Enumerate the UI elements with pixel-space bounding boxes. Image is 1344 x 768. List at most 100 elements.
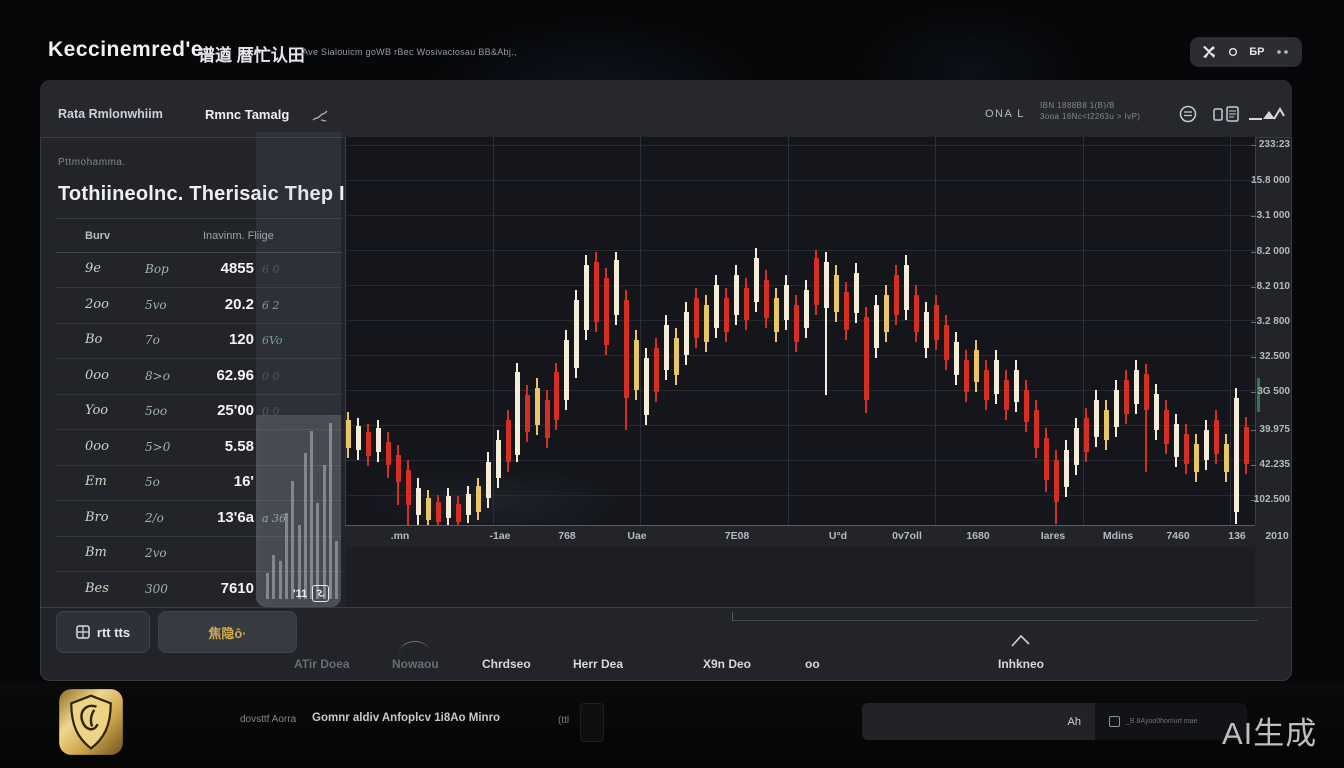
candle-body xyxy=(614,260,619,315)
gridline-h xyxy=(345,355,1255,356)
account-icon[interactable] xyxy=(1179,105,1197,128)
candle-body xyxy=(406,470,411,505)
footer-mid-label: (ttl xyxy=(558,715,569,726)
bottom-bar-item[interactable]: Chrdseo xyxy=(482,657,531,671)
candle-body xyxy=(436,502,441,522)
list-view-button-label: rtt tts xyxy=(97,625,130,640)
overlay-mini-bar xyxy=(335,541,338,599)
y-tick-mark xyxy=(1251,392,1256,393)
bottom-bar-item[interactable]: Inhkneo xyxy=(998,657,1044,671)
candle-body xyxy=(416,488,421,515)
timeline-ruler[interactable] xyxy=(732,620,1258,621)
list-view-button[interactable]: rtt tts xyxy=(56,611,150,653)
candle-body xyxy=(396,455,401,482)
bottom-bar-item[interactable]: Nowaou xyxy=(392,657,439,671)
chart-substrip xyxy=(346,547,1255,607)
candle-body xyxy=(1034,410,1039,448)
x-tick-label: Iares xyxy=(1018,530,1088,542)
gridline-v xyxy=(1230,137,1231,525)
candle-body xyxy=(784,285,789,320)
bottom-bar-item[interactable]: oo xyxy=(805,657,820,671)
more-dots-icon[interactable] xyxy=(1276,49,1290,55)
candle-body xyxy=(1154,394,1159,430)
edit-icon[interactable] xyxy=(312,108,329,128)
app-title: Keccinemred'e xyxy=(48,38,203,62)
candle-body xyxy=(874,305,879,348)
gridline-h xyxy=(345,460,1255,461)
tab-trading[interactable]: Rmnc Tamalg xyxy=(205,107,289,122)
candle-body xyxy=(694,298,699,338)
gridline-v xyxy=(788,137,789,525)
y-tick-mark xyxy=(1251,465,1256,466)
bottom-bar-item[interactable]: ATir Doea xyxy=(294,657,350,671)
candle-body xyxy=(624,300,629,398)
candle-body xyxy=(654,348,659,392)
candle-body xyxy=(356,426,361,450)
candle-body xyxy=(554,372,559,420)
candle-body xyxy=(764,280,769,318)
candle-body xyxy=(486,462,491,498)
gridline-h xyxy=(345,285,1255,286)
candle-body xyxy=(924,312,929,348)
candle-body xyxy=(814,258,819,305)
caret-icon xyxy=(1011,633,1031,654)
candle-body xyxy=(864,317,869,400)
candle-body xyxy=(674,338,679,375)
window-controls[interactable]: БР xyxy=(1190,37,1302,67)
candle-body xyxy=(1104,410,1109,440)
gridline-v xyxy=(640,137,641,525)
x-tick-label: 1680 xyxy=(943,530,1013,542)
overlay-badge[interactable]: '11 xyxy=(293,585,329,602)
y-tick-mark xyxy=(1251,322,1256,323)
candle-body xyxy=(584,265,589,330)
y-tick-label: 3.2 800 xyxy=(1235,316,1290,327)
trend-chart-icon[interactable] xyxy=(1249,107,1285,126)
candle-body xyxy=(564,340,569,400)
candle-body xyxy=(644,358,649,415)
layout-grid-icon[interactable] xyxy=(1213,106,1239,128)
brand-logo xyxy=(58,688,124,756)
candle-body xyxy=(604,278,609,345)
candle-body xyxy=(934,305,939,340)
candle-body xyxy=(1074,428,1079,465)
table-col1-header: Burv xyxy=(85,230,110,242)
close-icon[interactable] xyxy=(1202,45,1216,59)
candle-body xyxy=(1114,390,1119,427)
circle-icon[interactable] xyxy=(1228,47,1238,57)
candle-body xyxy=(954,342,959,375)
candle-body xyxy=(426,498,431,520)
attachment-icon xyxy=(1109,716,1120,727)
tab-overview[interactable]: Rata Rmlonwhiim xyxy=(58,107,163,121)
footer-brand-small: dovsttf Aorra xyxy=(240,714,296,725)
footer-search-bar[interactable]: Ah _B 8Ayoo0homurt mae xyxy=(862,703,1247,740)
gridline-h xyxy=(345,145,1255,146)
x-tick-label: 0v7oll xyxy=(872,530,942,542)
candle-body xyxy=(1204,430,1209,460)
candle-body xyxy=(634,340,639,390)
gridline-h xyxy=(345,215,1255,216)
y-tick-label: 15.8 000 xyxy=(1235,175,1290,186)
y-tick-mark xyxy=(1251,145,1256,146)
candle-body xyxy=(515,372,520,455)
candle-body xyxy=(545,400,550,438)
candle-body xyxy=(1024,390,1029,422)
y-tick-label: 102.500 xyxy=(1235,494,1290,505)
candlestick-chart[interactable] xyxy=(345,137,1255,525)
candle-body xyxy=(714,285,719,328)
candle-body xyxy=(844,292,849,330)
candle-body xyxy=(914,295,919,332)
x-tick-label: 2010 xyxy=(1242,530,1312,542)
candle-body xyxy=(1084,418,1089,452)
candle-body xyxy=(824,262,829,308)
gridline-h xyxy=(345,180,1255,181)
x-tick-label: 768 xyxy=(532,530,602,542)
candle-body xyxy=(1064,450,1069,487)
bottom-bar-item[interactable]: Herr Dea xyxy=(573,657,623,671)
footer-meta-text: _B 8Ayoo0homurt mae xyxy=(1126,718,1197,725)
window-control-label[interactable]: БР xyxy=(1249,46,1264,58)
bottom-bar-item[interactable]: X9n Deo xyxy=(703,657,751,671)
footer-toggle[interactable] xyxy=(580,703,604,742)
footer-input-value[interactable]: Ah xyxy=(862,703,1095,740)
y-tick-label: 32.500 xyxy=(1235,351,1290,362)
action-button[interactable]: 焦隐ô· xyxy=(158,611,297,653)
